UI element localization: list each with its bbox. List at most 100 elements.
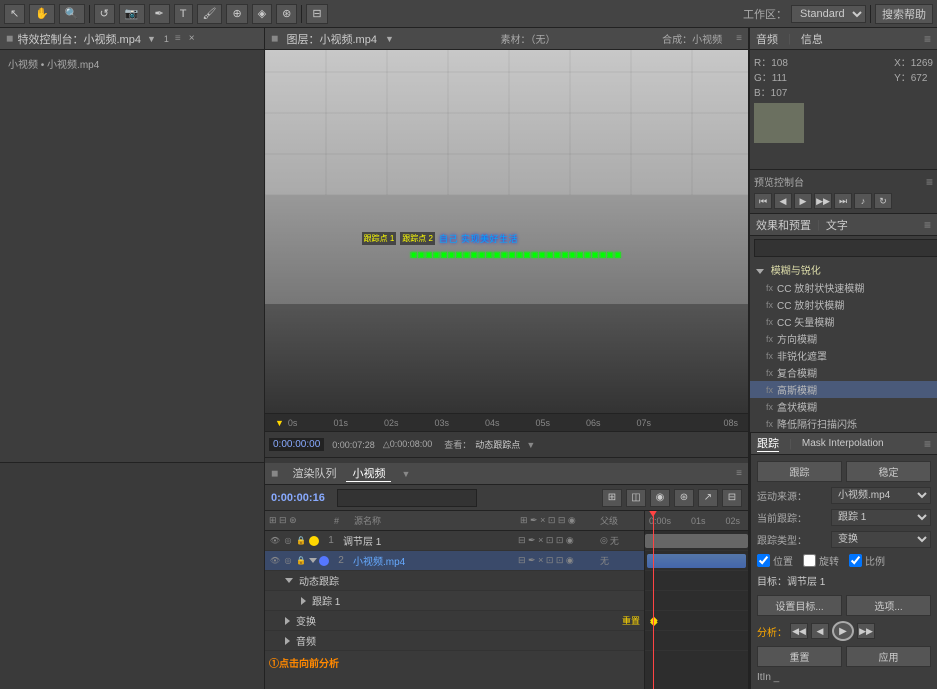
tl-motion-btn[interactable]: ⊛ [674,489,694,507]
effect-item-8[interactable]: fx 降低隔行扫描闪烁 [750,415,937,432]
hand-tool[interactable]: ✋ [29,4,55,24]
transform-label: 变换 [296,613,620,628]
tracking-tab[interactable]: 跟踪 [757,435,779,452]
comp-menu[interactable]: ≡ [736,33,742,44]
effect-item-0[interactable]: fx CC 放射状快速模糊 [750,279,937,296]
close-panel-btn[interactable]: × [189,33,195,44]
analysis-prompt: 分析： [757,624,787,639]
analysis-forward-btn[interactable]: ▶ [832,621,854,641]
prev-forward-btn[interactable]: ▶▶ [814,193,832,209]
pen-tool[interactable]: ✒ [149,4,170,24]
clone-tool[interactable]: ⊕ [226,4,247,24]
prev-last-btn[interactable]: ⏭ [834,193,852,209]
timecode-current[interactable]: 0:00:00:00 [269,438,324,451]
effect-item-6[interactable]: fx 高斯模糊 [750,381,937,398]
analysis-prev-btn[interactable]: ◀◀ [790,623,808,639]
tl-current-time[interactable]: 0:00:00:16 [271,492,325,504]
layer-row-2[interactable]: 👁 ◎ 🔒 2 小视频.mp4 ⊟ ✒ × ⊡ ⊡ ◉ [265,551,644,571]
layer-row-1[interactable]: 👁 ◎ 🔒 1 调节层 1 ⊟ ✒ × ⊡ ⊡ ◉ ◎ 无 [265,531,644,551]
effect-item-4[interactable]: fx 非锐化遮罩 [750,347,937,364]
effects-search-input[interactable] [754,239,937,257]
puppet-tool[interactable]: ⊛ [276,4,297,24]
workspace-select[interactable]: Standard [791,5,866,23]
cb-scale-check[interactable] [849,554,862,567]
mask-interp-tab[interactable]: Mask Interpolation [802,438,884,449]
prev-first-btn[interactable]: ⏮ [754,193,772,209]
effect-item-5[interactable]: fx 复合模糊 [750,364,937,381]
rotate-tool[interactable]: ↺ [94,4,115,24]
sublayer-motion-track[interactable]: 动态跟踪 [265,571,644,591]
tab-comp[interactable]: 小视频 [346,465,391,482]
tl-search-input[interactable] [337,489,477,507]
lock-icon-1[interactable]: 🔒 [295,535,307,547]
tab-render-queue[interactable]: 渲染队列 [286,465,342,482]
cb-position-check[interactable] [757,554,770,567]
eye-icon-1[interactable]: 👁 [269,535,281,547]
tl-graph-btn[interactable]: ↗ [698,489,718,507]
view-arrow[interactable]: ▼ [526,440,535,450]
effect-item-3[interactable]: fx 方向模糊 [750,330,937,347]
effect-icon-3: fx [766,334,773,344]
cb-scale[interactable]: 比例 [849,553,885,568]
sublayer-audio[interactable]: 音频 [265,631,644,651]
cb-rotation[interactable]: 旋转 [803,553,839,568]
eye-icon-2[interactable]: 👁 [269,555,281,567]
layer2-expand[interactable] [309,558,317,563]
sublayer-transform[interactable]: 变换 重置 [265,611,644,631]
tl-3d-btn[interactable]: ⊟ [722,489,742,507]
stabilize-btn[interactable]: 稳定 [846,461,931,482]
solo-icon-1[interactable]: ◎ [282,535,294,547]
right-panel-menu[interactable]: ≡ [924,32,931,46]
tl-arrow[interactable]: ▼ [401,469,410,479]
tl-menu[interactable]: ≡ [736,468,742,479]
prev-play-btn[interactable]: ▶ [794,193,812,209]
reset-btn[interactable]: 重置 [757,646,842,667]
right-panel: 音频 | 信息 ≡ R：108 G：111 B：107 X：1269 Y：672 [749,28,937,689]
text-tool[interactable]: T [174,4,193,24]
effects-menu[interactable]: ≡ [924,218,931,232]
sublayer-track1[interactable]: 跟踪 1 [265,591,644,611]
zoom-tool[interactable]: 🔍 [59,4,85,24]
analysis-back-btn[interactable]: ◀ [811,623,829,639]
tab-audio[interactable]: 音频 [756,31,778,47]
tab-info[interactable]: 信息 [801,31,823,47]
cb-position[interactable]: 位置 [757,553,793,568]
arrow-tool[interactable]: ↖ [4,4,25,24]
tracking-menu[interactable]: ≡ [924,437,931,451]
set-target-btn[interactable]: 设置目标... [757,595,842,616]
analysis-next-btn[interactable]: ▶▶ [857,623,875,639]
eraser-tool[interactable]: ◈ [252,4,272,24]
brush-tool[interactable]: 🖌 [197,4,223,24]
effect-item-7[interactable]: fx 盒状模糊 [750,398,937,415]
effect-icon-0: fx [766,283,773,293]
prev-loop-btn[interactable]: ↻ [874,193,892,209]
text-tab[interactable]: 文字 [826,217,848,233]
preview-menu[interactable]: ≡ [926,175,933,189]
apply-btn[interactable]: 应用 [846,646,931,667]
transform-reset[interactable]: 重置 [622,614,640,627]
motion-source-select[interactable]: 小视频.mp4 [831,487,931,504]
prev-back-btn[interactable]: ◀ [774,193,792,209]
tl-solo-btn[interactable]: ◉ [650,489,670,507]
prev-audio-btn[interactable]: ♪ [854,193,872,209]
comp-timeline-ruler: ▼ 0s 01s 02s 03s 04s 05s 06s 07s 08s [265,413,748,431]
current-track-select[interactable]: 跟踪 1 [831,509,931,526]
track-type-select[interactable]: 变换 [831,531,931,548]
effect-item-2[interactable]: fx CC 矢量模糊 [750,313,937,330]
search-help-btn[interactable]: 搜索帮助 [875,4,933,24]
comp-controls: 0:00:00:00 0:00:07:28 △0:00:08:00 查看： 动态… [265,431,748,457]
tracking-btn[interactable]: 跟踪 [757,461,842,482]
tl-toggle-switches[interactable]: ⊞ [602,489,622,507]
lock-icon-2[interactable]: 🔒 [295,555,307,567]
snapping-btn[interactable]: ⊟ [306,4,327,24]
panel-menu[interactable]: ≡ [175,33,181,44]
effect-item-1[interactable]: fx CC 放射状模糊 [750,296,937,313]
options-btn[interactable]: 选项... [846,595,931,616]
camera-tool[interactable]: 📷 [119,4,145,24]
cb-rotation-check[interactable] [803,554,816,567]
tl-comp-btn[interactable]: ◫ [626,489,646,507]
effects-category[interactable]: 模糊与锐化 [750,260,937,279]
effects-tab[interactable]: 效果和预置 [756,217,811,233]
tl-icon: ◼ [271,468,278,479]
solo-icon-2[interactable]: ◎ [282,555,294,567]
